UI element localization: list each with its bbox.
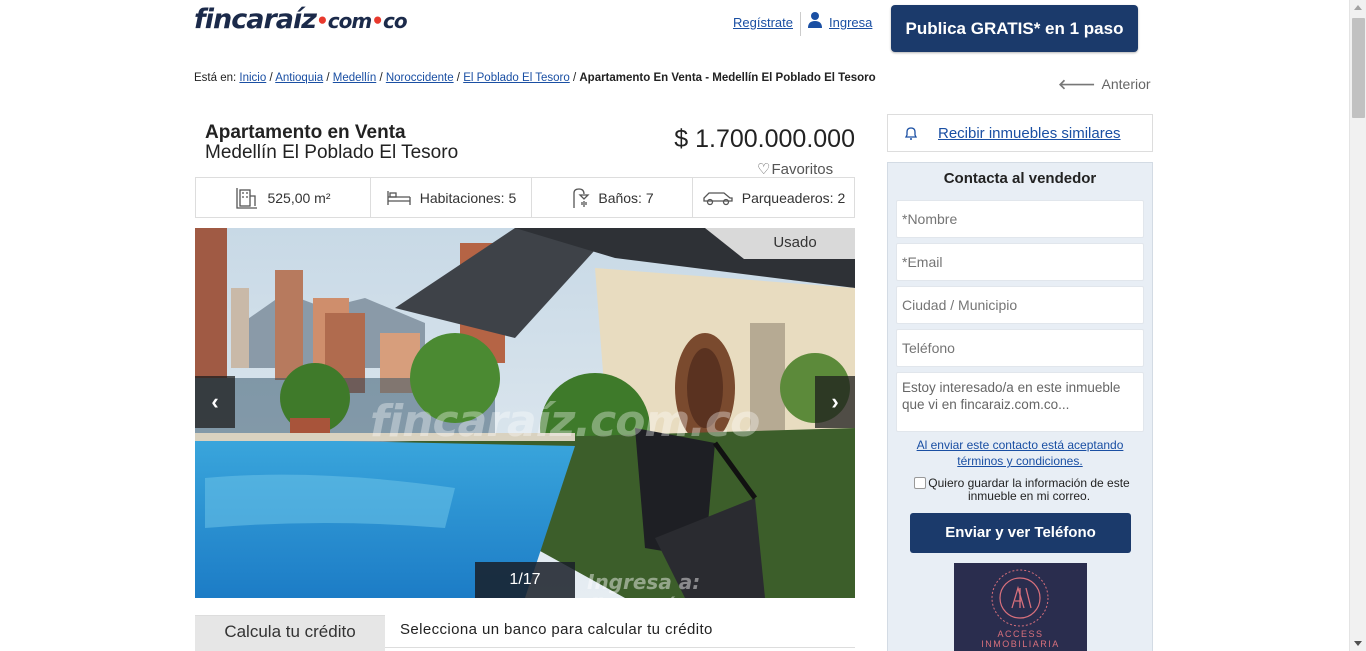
gallery-counter: 1/17	[475, 562, 575, 598]
watermark: fincaraíz.com.co	[370, 396, 760, 447]
user-icon[interactable]	[807, 11, 823, 29]
breadcrumb: Está en: Inicio / Antioquia / Medellín /…	[194, 72, 876, 84]
arrow-left-icon: 🡐	[1058, 76, 1096, 92]
feature-parking: Parqueaderos: 2	[693, 178, 854, 217]
scroll-up-icon[interactable]	[1354, 5, 1362, 10]
credit-instruction: Selecciona un banco para calcular tu cré…	[400, 621, 713, 638]
save-info-option: Quiero guardar la información de este in…	[914, 477, 1144, 503]
feature-parking-text: Parqueaderos: 2	[741, 189, 846, 206]
logo-dot-icon: •	[371, 8, 384, 33]
terms-line-1: Al enviar este contacto está aceptando	[916, 438, 1124, 452]
agency-logo[interactable]: ACCESS INMOBILIARIA	[954, 563, 1087, 651]
vertical-scrollbar[interactable]	[1349, 0, 1366, 651]
breadcrumb-prefix: Está en:	[194, 72, 237, 84]
listing-location: Medellín El Poblado El Tesoro	[205, 142, 459, 163]
breadcrumb-separator: /	[569, 72, 580, 84]
logo-co-text: co	[382, 9, 408, 33]
breadcrumb-link-noroccidente[interactable]: Noroccidente	[386, 72, 454, 84]
favorites-button[interactable]: ♡Favoritos	[757, 160, 833, 178]
login-link[interactable]: Ingresa	[829, 15, 872, 30]
watermark-bottom: Ingresa a: fincaraíz.com.co	[587, 570, 771, 598]
site-logo[interactable]: fincaraíz•com•co	[194, 4, 408, 35]
breadcrumb-link-medellin[interactable]: Medellín	[333, 72, 376, 84]
listing-price: $ 1.700.000.000	[674, 125, 855, 153]
similar-alert-box: Recibir inmuebles similares	[887, 114, 1153, 152]
message-field[interactable]: Estoy interesado/a en este inmueble que …	[896, 372, 1144, 432]
agency-name-line-2: INMOBILIARIA	[981, 639, 1060, 649]
publish-free-button[interactable]: Publica GRATIS* en 1 paso	[891, 5, 1138, 52]
heart-icon: ♡	[757, 161, 771, 178]
breadcrumb-separator: /	[453, 72, 464, 84]
feature-area: 525,00 m²	[196, 178, 371, 217]
breadcrumb-separator: /	[266, 72, 276, 84]
terms-line-2: términos y condiciones.	[957, 454, 1083, 468]
breadcrumb-link-inicio[interactable]: Inicio	[239, 72, 266, 84]
save-info-checkbox[interactable]	[914, 477, 926, 489]
feature-bedrooms-text: Habitaciones: 5	[419, 189, 517, 206]
name-field[interactable]	[896, 200, 1144, 238]
photo-gallery[interactable]: fincaraíz.com.co Ingresa a: fincaraíz.co…	[195, 228, 855, 598]
page: fincaraíz•com•co Regístrate Ingresa Publ…	[0, 0, 1366, 651]
listing-title: Apartamento en Venta	[205, 122, 406, 143]
phone-field[interactable]	[896, 329, 1144, 367]
email-field[interactable]	[896, 243, 1144, 281]
shower-icon	[573, 187, 590, 208]
feature-bedrooms: Habitaciones: 5	[371, 178, 532, 217]
terms-link[interactable]: Al enviar este contacto está aceptando té…	[888, 437, 1152, 469]
agency-name-line-1: ACCESS	[997, 629, 1044, 639]
save-info-label: Quiero guardar la información de este in…	[928, 476, 1130, 503]
car-icon	[703, 191, 733, 205]
agency-emblem-icon	[991, 569, 1049, 627]
breadcrumb-separator: /	[323, 72, 333, 84]
breadcrumb-link-el-poblado[interactable]: El Poblado El Tesoro	[463, 72, 570, 84]
area-icon	[236, 187, 258, 209]
back-link[interactable]: 🡐 Anterior	[1058, 76, 1151, 93]
gallery-prev-button[interactable]: ‹	[195, 376, 235, 428]
credit-divider	[385, 647, 855, 648]
similar-properties-link[interactable]: Recibir inmuebles similares	[938, 125, 1121, 142]
scroll-down-icon[interactable]	[1354, 641, 1362, 646]
features-bar: 525,00 m² Habitaciones: 5 Baños: 7 Parqu…	[195, 177, 855, 218]
logo-com-text: com	[327, 9, 372, 33]
city-field[interactable]	[896, 286, 1144, 324]
breadcrumb-separator: /	[376, 72, 386, 84]
bed-icon	[387, 190, 411, 205]
feature-bathrooms: Baños: 7	[532, 178, 693, 217]
back-label: Anterior	[1101, 76, 1151, 92]
feature-bathrooms-text: Baños: 7	[598, 189, 654, 206]
logo-main-text: fincaraíz	[194, 4, 317, 35]
bell-icon	[904, 127, 918, 140]
register-link[interactable]: Regístrate	[733, 15, 793, 30]
chevron-left-icon: ‹	[211, 389, 219, 414]
favorites-label: Favoritos	[771, 161, 834, 178]
breadcrumb-link-antioquia[interactable]: Antioquia	[275, 72, 323, 84]
feature-area-text: 525,00 m²	[267, 189, 331, 206]
scrollbar-thumb[interactable]	[1352, 18, 1365, 118]
header-divider	[800, 12, 801, 36]
chevron-right-icon: ›	[831, 389, 839, 414]
contact-title: Contacta al vendedor	[943, 170, 1097, 187]
send-contact-button[interactable]: Enviar y ver Teléfono	[910, 513, 1131, 553]
breadcrumb-current: Apartamento En Venta - Medellín El Pobla…	[579, 72, 876, 84]
agency-name: ACCESS INMOBILIARIA	[954, 629, 1087, 649]
contact-form: Contacta al vendedor Estoy interesado/a …	[887, 162, 1153, 651]
credit-calculator-tab[interactable]: Calcula tu crédito	[195, 615, 385, 651]
gallery-next-button[interactable]: ›	[815, 376, 855, 428]
logo-dot-icon: •	[315, 8, 329, 33]
